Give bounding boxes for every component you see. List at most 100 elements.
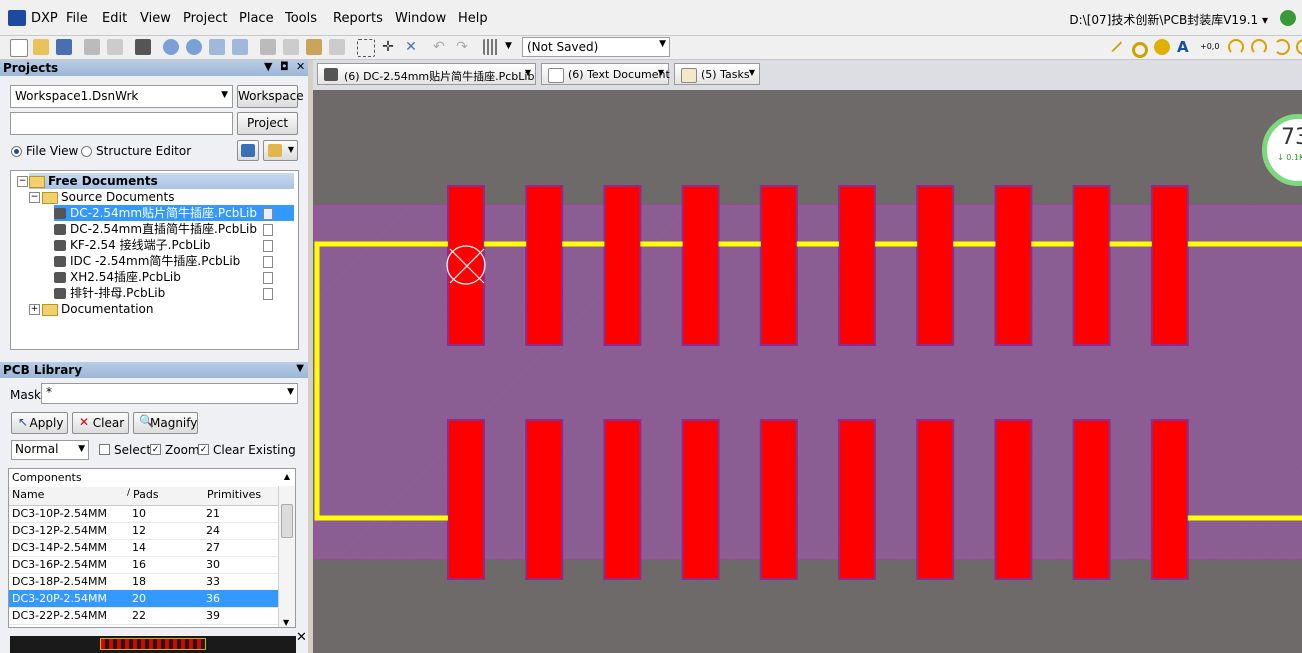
variant-combo[interactable]: (Not Saved) ▼: [522, 37, 670, 57]
tree-file-5[interactable]: 排针-排母.PcbLib: [54, 285, 165, 301]
tree-file-0[interactable]: DC-2.54mm贴片简牛插座.PcbLib: [54, 205, 294, 221]
mask-input[interactable]: * ▼: [41, 383, 298, 404]
chevron-down-icon[interactable]: ▼: [525, 68, 531, 77]
collapse-icon[interactable]: −: [17, 176, 28, 187]
zoom-fit-icon[interactable]: [209, 39, 225, 55]
select-area-icon[interactable]: [357, 39, 375, 57]
menu-place[interactable]: Place: [239, 11, 274, 26]
place-string-icon[interactable]: A: [1177, 39, 1193, 55]
full-circle-icon[interactable]: [1296, 39, 1302, 55]
workspace-path-title[interactable]: D:\[07]技术创新\PCB封装库V19.1 ▾: [1069, 11, 1268, 28]
tab-tasks[interactable]: (5) Tasks ▼: [674, 63, 760, 85]
project-options-icon[interactable]: ▼: [263, 140, 298, 161]
components-scrollbar[interactable]: ▼: [278, 486, 295, 627]
chevron-up-icon[interactable]: ▲: [284, 472, 290, 481]
clear-button[interactable]: ✕ Clear: [72, 412, 129, 434]
column-header-name[interactable]: Name /: [9, 487, 137, 506]
redo-icon[interactable]: ↷: [454, 39, 470, 55]
zoom-out-icon[interactable]: [186, 39, 202, 55]
chevron-down-icon[interactable]: ▼: [283, 618, 289, 627]
magnify-button[interactable]: 🔍 Magnify: [133, 412, 198, 434]
table-row[interactable]: DC3-10P-2.54MM 10 21: [9, 505, 279, 523]
pcb-footprint-view[interactable]: [313, 90, 1302, 653]
file-view-radio[interactable]: [11, 146, 22, 157]
pcb-3d-icon[interactable]: [135, 39, 151, 55]
apply-button[interactable]: ↖ Apply: [11, 412, 68, 434]
menu-edit[interactable]: Edit: [102, 11, 127, 26]
zoom-in-icon[interactable]: [163, 39, 179, 55]
expand-icon[interactable]: +: [29, 304, 40, 315]
table-row[interactable]: DC3-12P-2.54MM 12 24: [9, 522, 279, 540]
copy-icon[interactable]: [283, 39, 299, 55]
rubber-stamp-icon[interactable]: [329, 39, 345, 55]
print-preview-icon[interactable]: [107, 39, 123, 55]
set-origin-icon[interactable]: +0,0: [1200, 39, 1219, 55]
clear-existing-checkbox[interactable]: ✓: [198, 444, 209, 455]
structure-editor-radio[interactable]: [81, 146, 92, 157]
place-via-icon[interactable]: [1154, 39, 1170, 55]
back-icon[interactable]: [1280, 10, 1296, 26]
menu-tools[interactable]: Tools: [285, 11, 317, 26]
move-icon[interactable]: ✛: [380, 39, 396, 55]
column-header-pads[interactable]: Pads: [130, 487, 211, 506]
table-row[interactable]: DC3-16P-2.54MM 16 30: [9, 556, 279, 574]
table-row[interactable]: DC3-20P-2.54MM 20 36: [9, 590, 279, 608]
select-checkbox[interactable]: [99, 444, 110, 455]
chevron-down-icon[interactable]: ▼: [749, 68, 755, 77]
zoom-area-icon[interactable]: [232, 39, 248, 55]
open-icon[interactable]: [33, 39, 49, 55]
panel-menu-icon[interactable]: ▼: [264, 60, 272, 73]
project-input[interactable]: [10, 112, 233, 135]
tree-file-3[interactable]: IDC -2.54mm简牛插座.PcbLib: [54, 253, 240, 269]
collapse-icon[interactable]: −: [29, 192, 40, 203]
grid-icon[interactable]: [483, 39, 499, 55]
compile-icon[interactable]: [237, 140, 259, 161]
undo-icon[interactable]: ↶: [431, 39, 447, 55]
chevron-down-icon[interactable]: ▼: [658, 68, 664, 77]
tab-text-document[interactable]: (6) Text Document ▼: [541, 63, 670, 85]
workspace-button[interactable]: Workspace: [237, 85, 304, 108]
panel-menu-icon[interactable]: ▼: [296, 363, 304, 374]
menu-reports[interactable]: Reports: [333, 11, 383, 26]
dxp-logo-icon[interactable]: [8, 10, 26, 26]
tree-file-2[interactable]: KF-2.54 接线端子.PcbLib: [54, 237, 211, 253]
scrollbar-thumb[interactable]: [281, 504, 293, 538]
menu-dxp[interactable]: DXP: [31, 11, 58, 26]
arc-any-icon[interactable]: [1274, 39, 1290, 55]
zoom-checkbox[interactable]: ✓: [150, 444, 161, 455]
menu-help[interactable]: Help: [458, 11, 488, 26]
tree-item-documentation[interactable]: Documentation: [42, 301, 154, 317]
pin-icon[interactable]: ◘: [280, 60, 289, 73]
print-icon[interactable]: [84, 39, 100, 55]
project-button[interactable]: Project: [237, 112, 298, 135]
workspace-select[interactable]: Workspace1.DsnWrk ▼: [10, 85, 233, 108]
menu-file[interactable]: File: [66, 11, 88, 26]
save-icon[interactable]: [56, 39, 72, 55]
tree-file-4[interactable]: XH2.54插座.PcbLib: [54, 269, 181, 285]
arc-edge-icon[interactable]: [1251, 39, 1267, 55]
paste-icon[interactable]: [306, 39, 322, 55]
table-row[interactable]: DC3-22P-2.54MM 22 39: [9, 607, 279, 625]
tree-file-1[interactable]: DC-2.54mm直插简牛插座.PcbLib: [54, 221, 257, 237]
filter-mode-select[interactable]: Normal ▼: [11, 440, 89, 460]
deselect-icon[interactable]: ✕: [403, 39, 419, 55]
grid-dropdown-icon[interactable]: ▼: [505, 41, 512, 51]
table-row[interactable]: DC3-18P-2.54MM 18 33: [9, 573, 279, 591]
place-pad-icon[interactable]: [1132, 42, 1148, 58]
cut-icon[interactable]: [260, 39, 276, 55]
new-icon[interactable]: [10, 39, 28, 57]
tree-item-source-documents[interactable]: Source Documents: [42, 189, 174, 205]
menu-window[interactable]: Window: [395, 11, 446, 26]
menu-project[interactable]: Project: [183, 11, 227, 26]
arc-center-icon[interactable]: [1228, 39, 1244, 55]
pcb-canvas[interactable]: 73 ↓ 0.1K: [313, 90, 1302, 653]
table-cell: 39: [206, 609, 220, 622]
place-line-icon[interactable]: [1105, 35, 1123, 53]
menu-view[interactable]: View: [140, 11, 171, 26]
tab-pcblib-document[interactable]: (6) DC-2.54mm贴片简牛插座.PcbLib ▼: [317, 63, 536, 85]
table-row[interactable]: DC3-14P-2.54MM 14 27: [9, 539, 279, 557]
tree-item-free-documents[interactable]: Free Documents: [29, 173, 294, 189]
column-header-primitives[interactable]: Primitives: [204, 487, 287, 506]
close-icon[interactable]: ✕: [296, 630, 307, 645]
close-icon[interactable]: ✕: [296, 60, 305, 73]
